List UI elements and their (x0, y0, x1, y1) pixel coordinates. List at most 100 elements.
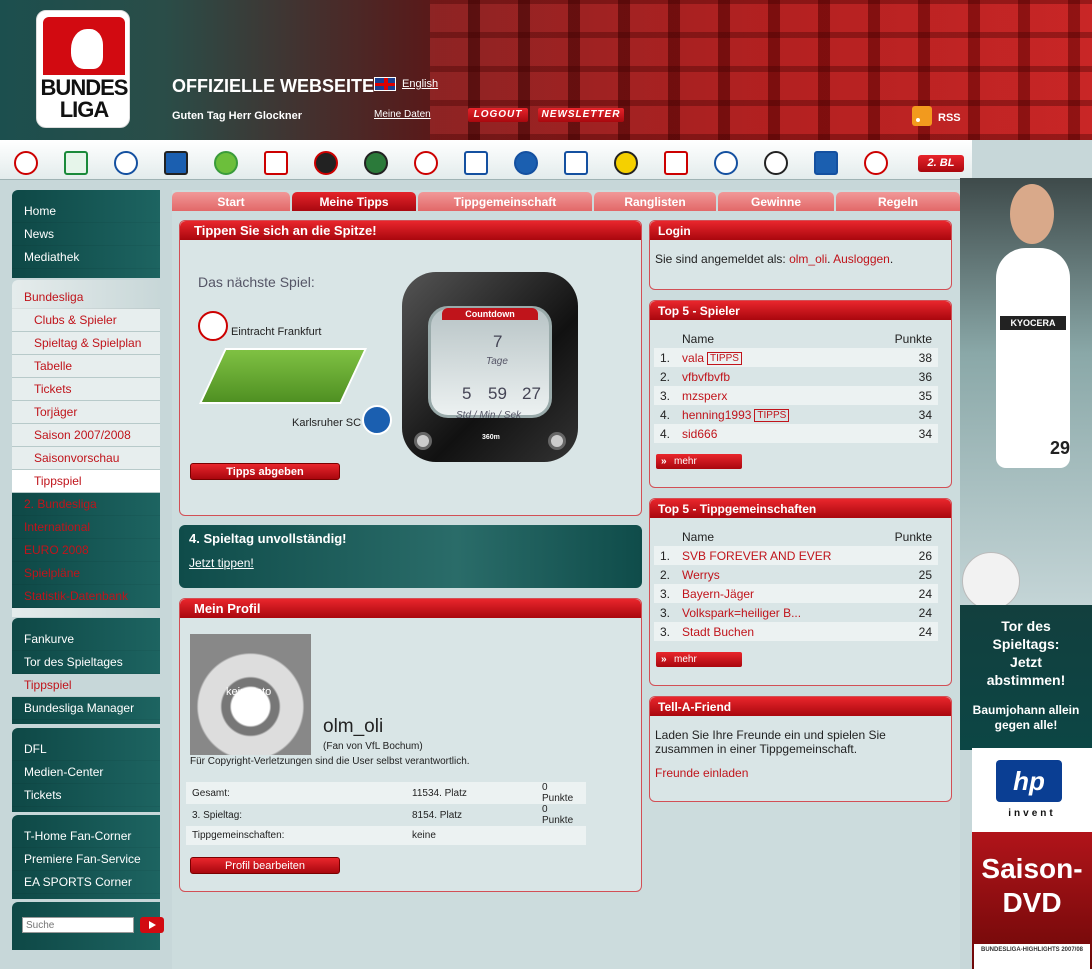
rss-link[interactable]: RSS (938, 112, 961, 124)
nav-item-bundesliga[interactable]: Bundesliga (12, 286, 160, 309)
uk-flag-icon[interactable] (374, 77, 396, 91)
club-hannover-icon[interactable] (364, 151, 388, 175)
nav-item-2-bundesliga[interactable]: 2. Bundesliga (12, 493, 160, 516)
nav-group-partner: T-Home Fan-Corner Premiere Fan-Service E… (12, 815, 160, 899)
tab-tippgemeinschaft[interactable]: Tippgemeinschaft (418, 192, 592, 211)
nav-item-premiere[interactable]: Premiere Fan-Service (12, 848, 160, 871)
tab-bar: Start Meine Tipps Tippgemeinschaft Rangl… (172, 192, 960, 211)
nav-item-tabelle[interactable]: Tabelle (12, 355, 160, 378)
top-players-table: Name Punkte 1. vala TIPPS 38 2. vfbvfbvfb 36 3… (654, 329, 938, 443)
nav-item-tickets-dfl[interactable]: Tickets (12, 784, 160, 807)
player-link[interactable]: henning1993 (682, 408, 751, 422)
club-bremen-icon[interactable] (64, 151, 88, 175)
nav-item-news[interactable]: News (12, 223, 160, 246)
player-link[interactable]: sid666 (682, 427, 717, 441)
more-groups-button[interactable]: mehr (656, 652, 742, 667)
tipps-badge[interactable]: TIPPS (754, 408, 790, 422)
rss-icon[interactable] (912, 106, 932, 126)
second-league-button[interactable]: 2. BL (918, 155, 964, 172)
copyright-note: Für Copyright-Verletzungen sind die User… (190, 756, 470, 767)
nav-item-tor-des-spieltages[interactable]: Tor des Spieltages (12, 651, 160, 674)
next-game-label: Das nächste Spiel: (198, 274, 315, 290)
countdown-days: 7 (493, 332, 503, 351)
tab-gewinne[interactable]: Gewinne (718, 192, 834, 211)
club-leverkusen-icon[interactable] (314, 151, 338, 175)
language-link[interactable]: English (402, 78, 438, 90)
countdown-hours: 5 (462, 384, 472, 403)
nav-item-tickets[interactable]: Tickets (12, 378, 160, 401)
submit-tips-button[interactable]: Tipps abgeben (190, 463, 340, 480)
club-bochum-icon[interactable] (564, 151, 588, 175)
table-row: 2. vfbvfbvfb 36 (660, 369, 932, 384)
club-bielefeld-icon[interactable] (714, 151, 738, 175)
more-players-button[interactable]: mehr (656, 454, 742, 469)
season-dvd-ad[interactable]: Saison- DVD BUNDESLIGA-HIGHLIGHTS 2007/0… (972, 832, 1092, 969)
logout-link[interactable]: Ausloggen (833, 252, 890, 266)
club-bayern-icon[interactable] (14, 151, 38, 175)
nav-item-medien-center[interactable]: Medien-Center (12, 761, 160, 784)
my-data-link[interactable]: Meine Daten (374, 109, 431, 120)
countdown-minutes: 59 (488, 384, 507, 403)
player-link[interactable]: vala (682, 351, 704, 365)
club-stuttgart-icon[interactable] (264, 151, 288, 175)
nav-item-tippspiel-selected[interactable]: Tippspiel (12, 470, 160, 493)
search-input[interactable] (22, 917, 134, 933)
nav-item-ea-sports[interactable]: EA SPORTS Corner (12, 871, 160, 894)
invite-friends-link[interactable]: Freunde einladen (655, 766, 748, 780)
nav-item-euro-2008[interactable]: EURO 2008 (12, 539, 160, 562)
tor-des-spieltags-ad[interactable]: Tor des Spieltags: Jetzt abstimmen! Baum… (960, 605, 1092, 750)
nav-item-home[interactable]: Home (12, 200, 160, 223)
profile-username: olm_oli (323, 716, 384, 737)
tip-now-link[interactable]: Jetzt tippen! (189, 556, 254, 570)
tab-regeln[interactable]: Regeln (836, 192, 960, 211)
nav-item-clubs[interactable]: Clubs & Spieler (12, 309, 160, 332)
nav-item-manager[interactable]: Bundesliga Manager (12, 697, 160, 720)
club-cottbus-icon[interactable] (664, 151, 688, 175)
club-koeln-icon[interactable] (864, 151, 888, 175)
nav-item-thome[interactable]: T-Home Fan-Corner (12, 825, 160, 848)
top-players-panel: Top 5 - Spieler Name Punkte 1. vala TIPPS 38… (649, 300, 952, 488)
countdown-seconds: 27 (522, 384, 541, 403)
search-box (12, 902, 164, 950)
tab-meine-tipps[interactable]: Meine Tipps (292, 192, 416, 211)
group-link[interactable]: SVB FOREVER AND EVER (682, 549, 831, 563)
nav-item-fankurve[interactable]: Fankurve (12, 628, 160, 651)
tab-start[interactable]: Start (172, 192, 290, 211)
nav-item-torjaeger[interactable]: Torjäger (12, 401, 160, 424)
club-dortmund-icon[interactable] (614, 151, 638, 175)
logout-button[interactable]: LOGOUT (468, 108, 528, 122)
player-link[interactable]: vfbvfbvfb (682, 370, 730, 384)
nav-item-saison[interactable]: Saison 2007/2008 (12, 424, 160, 447)
nav-item-mediathek[interactable]: Mediathek (12, 246, 160, 269)
nav-item-spielplaene[interactable]: Spielpläne (12, 562, 160, 585)
group-link[interactable]: Stadt Buchen (682, 625, 754, 639)
greeting: Guten Tag Herr Glockner (172, 110, 302, 122)
edit-profile-button[interactable]: Profil bearbeiten (190, 857, 340, 874)
club-wolfsburg-icon[interactable] (214, 151, 238, 175)
group-link[interactable]: Bayern-Jäger (682, 587, 754, 601)
player-ad-image[interactable]: KYOCERA 29 (960, 178, 1092, 618)
player-link[interactable]: mzsperx (682, 389, 727, 403)
club-frankfurt-icon[interactable] (414, 151, 438, 175)
nav-item-statistik[interactable]: Statistik-Datenbank (12, 585, 160, 608)
nav-item-saisonvorschau[interactable]: Saisonvorschau (12, 447, 160, 470)
nav-item-tippspiel[interactable]: Tippspiel (12, 674, 160, 697)
club-hertha-icon[interactable] (464, 151, 488, 175)
group-link[interactable]: Werrys (682, 568, 720, 582)
nav-item-dfl[interactable]: DFL (12, 738, 160, 761)
club-hoffenheim-icon[interactable] (814, 151, 838, 175)
bundesliga-logo[interactable]: BUNDES LIGA (36, 10, 130, 128)
club-gladbach-icon[interactable] (764, 151, 788, 175)
tab-ranglisten[interactable]: Ranglisten (594, 192, 716, 211)
club-karlsruhe-icon[interactable] (514, 151, 538, 175)
hp-ad[interactable]: hp invent (972, 748, 1092, 832)
search-button[interactable] (140, 917, 164, 933)
tipps-badge[interactable]: TIPPS (707, 351, 742, 365)
club-schalke-icon[interactable] (114, 151, 138, 175)
login-user-link[interactable]: olm_oli (789, 252, 827, 266)
nav-item-spieltag[interactable]: Spieltag & Spielplan (12, 332, 160, 355)
club-hamburg-icon[interactable] (164, 151, 188, 175)
group-link[interactable]: Volkspark=heiliger B... (682, 606, 801, 620)
newsletter-button[interactable]: NEWSLETTER (538, 108, 624, 122)
nav-item-international[interactable]: International (12, 516, 160, 539)
